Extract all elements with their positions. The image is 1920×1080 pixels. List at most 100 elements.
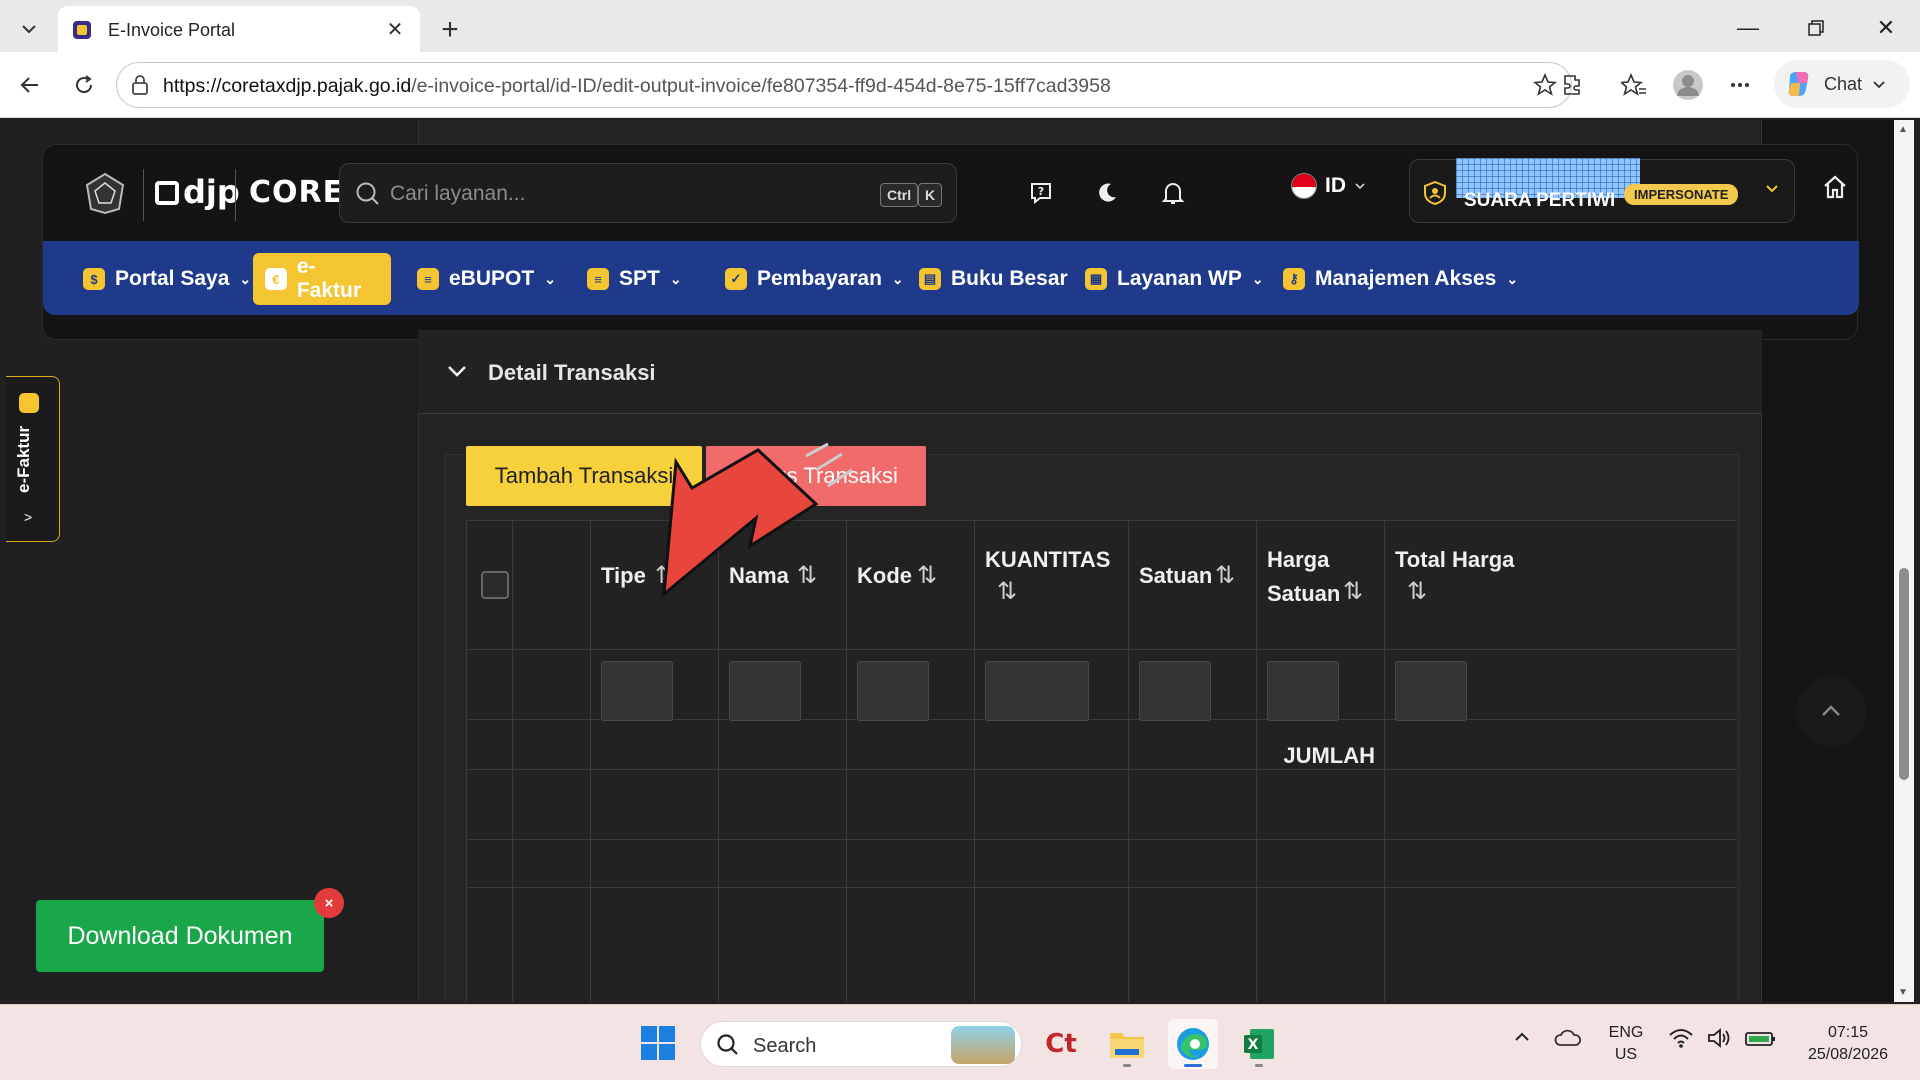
coretax-header: djp CORETAX Cari layanan... Ctrl K ? ID …: [42, 144, 1859, 340]
input-language-indicator[interactable]: ENG US: [1604, 1022, 1648, 1066]
battery-icon[interactable]: [1744, 1027, 1776, 1054]
detail-transaksi-header[interactable]: Detail Transaksi: [418, 330, 1762, 414]
app-running-indicator: [1255, 1064, 1263, 1067]
file-explorer-icon[interactable]: [1102, 1019, 1152, 1069]
sort-icon[interactable]: ⇅: [1407, 577, 1427, 606]
th-satuan-2[interactable]: Satuan: [1267, 577, 1340, 611]
language-chevron-icon: [1355, 183, 1365, 190]
coretax-app-icon[interactable]: Ct: [1036, 1019, 1086, 1069]
sort-icon[interactable]: ⇅: [1215, 561, 1235, 590]
th-harga[interactable]: Harga: [1267, 543, 1329, 577]
download-dokumen-button[interactable]: Download Dokumen: [36, 900, 324, 972]
browser-tab-bar: E-Invoice Portal ✕ + — ✕: [0, 0, 1920, 52]
nav-e-faktur[interactable]: € e-Faktur: [253, 253, 391, 305]
scroll-to-top-button[interactable]: [1796, 676, 1866, 746]
window-close-icon[interactable]: ✕: [1856, 10, 1916, 46]
language-selector[interactable]: ID: [1291, 173, 1366, 199]
reload-icon[interactable]: [66, 67, 102, 103]
nav-layanan-wp-label: Layanan WP: [1117, 267, 1242, 290]
th-kuantitas[interactable]: KUANTITAS: [985, 543, 1110, 577]
djp-logo[interactable]: djp: [155, 173, 240, 211]
wifi-icon[interactable]: [1668, 1027, 1694, 1054]
service-search-input[interactable]: Cari layanan... Ctrl K: [339, 163, 957, 223]
copilot-icon: [1788, 72, 1809, 96]
help-chat-icon[interactable]: ?: [1021, 173, 1061, 213]
side-tab-arrow-icon: >: [24, 509, 33, 525]
scrollbar-thumb[interactable]: [1899, 568, 1909, 780]
filter-tipe-input[interactable]: [601, 661, 673, 721]
th-satuan[interactable]: Satuan: [1139, 559, 1212, 593]
profile-avatar-icon[interactable]: [1670, 67, 1706, 103]
excel-icon[interactable]: X: [1234, 1019, 1284, 1069]
e-faktur-side-tab[interactable]: e-Faktur >: [6, 376, 60, 542]
tray-overflow-chevron-icon[interactable]: [1512, 1027, 1532, 1052]
spt-icon: ≡: [587, 268, 609, 290]
th-tipe[interactable]: Tipe: [601, 559, 646, 593]
chevron-up-icon: [1822, 705, 1840, 716]
page-viewport: djp CORETAX Cari layanan... Ctrl K ? ID …: [6, 120, 1894, 1002]
new-tab-icon[interactable]: +: [432, 12, 468, 48]
filter-kode-input[interactable]: [857, 661, 929, 721]
search-placeholder: Cari layanan...: [390, 182, 526, 205]
filter-satuan-input[interactable]: [1139, 661, 1211, 721]
filter-nama-input[interactable]: [729, 661, 801, 721]
windows-start-icon[interactable]: [640, 1025, 676, 1061]
chevron-down-icon: ⌄: [669, 270, 682, 287]
taskbar-search-box[interactable]: Search: [700, 1021, 1022, 1067]
logo-separator: [143, 169, 144, 221]
notification-bell-icon[interactable]: [1153, 173, 1193, 213]
sort-icon[interactable]: ⇅: [997, 577, 1017, 606]
select-all-checkbox[interactable]: [481, 571, 509, 599]
volume-icon[interactable]: [1706, 1027, 1732, 1054]
download-close-icon[interactable]: ×: [314, 888, 344, 918]
user-account-menu[interactable]: SUARA PERTIWI IMPERSONATE: [1409, 158, 1795, 223]
nav-ebupot[interactable]: ≡ eBUPOT ⌄: [405, 253, 568, 305]
clock[interactable]: 07:15 25/08/2026: [1792, 1022, 1904, 1066]
nav-pembayaran[interactable]: ✓ Pembayaran ⌄: [713, 253, 916, 305]
nav-layanan-wp[interactable]: ▦ Layanan WP ⌄: [1073, 253, 1276, 305]
sort-icon[interactable]: ⇅: [1343, 577, 1363, 606]
back-icon[interactable]: [12, 67, 48, 103]
nav-manajemen-akses[interactable]: ⚷ Manajemen Akses ⌄: [1271, 253, 1530, 305]
djp-logo-text: djp: [183, 173, 240, 211]
nav-spt[interactable]: ≡ SPT ⌄: [575, 253, 694, 305]
nav-manajemen-akses-label: Manajemen Akses: [1315, 267, 1497, 290]
tab-close-icon[interactable]: ✕: [382, 16, 408, 42]
user-shield-icon: [1424, 180, 1446, 206]
page-scrollbar[interactable]: ▲ ▼: [1894, 120, 1914, 1002]
more-menu-icon[interactable]: [1722, 67, 1758, 103]
collapse-chevron-icon[interactable]: [446, 360, 468, 382]
onedrive-cloud-icon[interactable]: [1554, 1027, 1582, 1054]
browser-tab[interactable]: E-Invoice Portal ✕: [58, 6, 420, 52]
filter-total-harga-input[interactable]: [1395, 661, 1467, 721]
filter-kuantitas-input[interactable]: [985, 661, 1089, 721]
copilot-chat-button[interactable]: Chat: [1774, 60, 1910, 108]
home-icon[interactable]: [1821, 173, 1849, 201]
tab-list-chevron-icon[interactable]: [8, 10, 50, 48]
dark-mode-moon-icon[interactable]: [1087, 173, 1127, 213]
section-title: Detail Transaksi: [488, 360, 656, 385]
th-total-harga[interactable]: Total Harga: [1395, 543, 1514, 577]
chevron-down-icon: ⌄: [239, 270, 252, 287]
filter-harga-satuan-input[interactable]: [1267, 661, 1339, 721]
url-text: https://coretaxdjp.pajak.go.id/e-invoice…: [163, 75, 1111, 97]
restore-icon[interactable]: [1786, 10, 1846, 46]
language-code: ID: [1325, 174, 1346, 197]
favorites-icon[interactable]: [1616, 67, 1652, 103]
nav-buku-besar[interactable]: ▤ Buku Besar: [907, 253, 1080, 305]
address-bar[interactable]: https://coretaxdjp.pajak.go.id/e-invoice…: [116, 62, 1572, 108]
minimize-icon[interactable]: —: [1718, 10, 1778, 46]
sort-icon[interactable]: ⇅: [917, 561, 937, 590]
edge-browser-icon[interactable]: [1168, 1019, 1218, 1069]
efaktur-icon: €: [265, 268, 287, 290]
chat-label: Chat: [1824, 73, 1863, 94]
garuda-emblem-icon: [85, 172, 125, 215]
nav-e-faktur-label: e-Faktur: [296, 255, 361, 302]
nav-portal-saya[interactable]: $ Portal Saya ⌄: [71, 253, 263, 305]
scroll-up-icon[interactable]: ▲: [1898, 124, 1908, 135]
extensions-icon[interactable]: [1554, 67, 1590, 103]
efaktur-side-icon: [19, 393, 39, 413]
user-menu-chevron-icon: [1766, 185, 1778, 193]
scroll-down-icon[interactable]: ▼: [1898, 987, 1908, 998]
nav-portal-saya-label: Portal Saya: [115, 267, 230, 290]
